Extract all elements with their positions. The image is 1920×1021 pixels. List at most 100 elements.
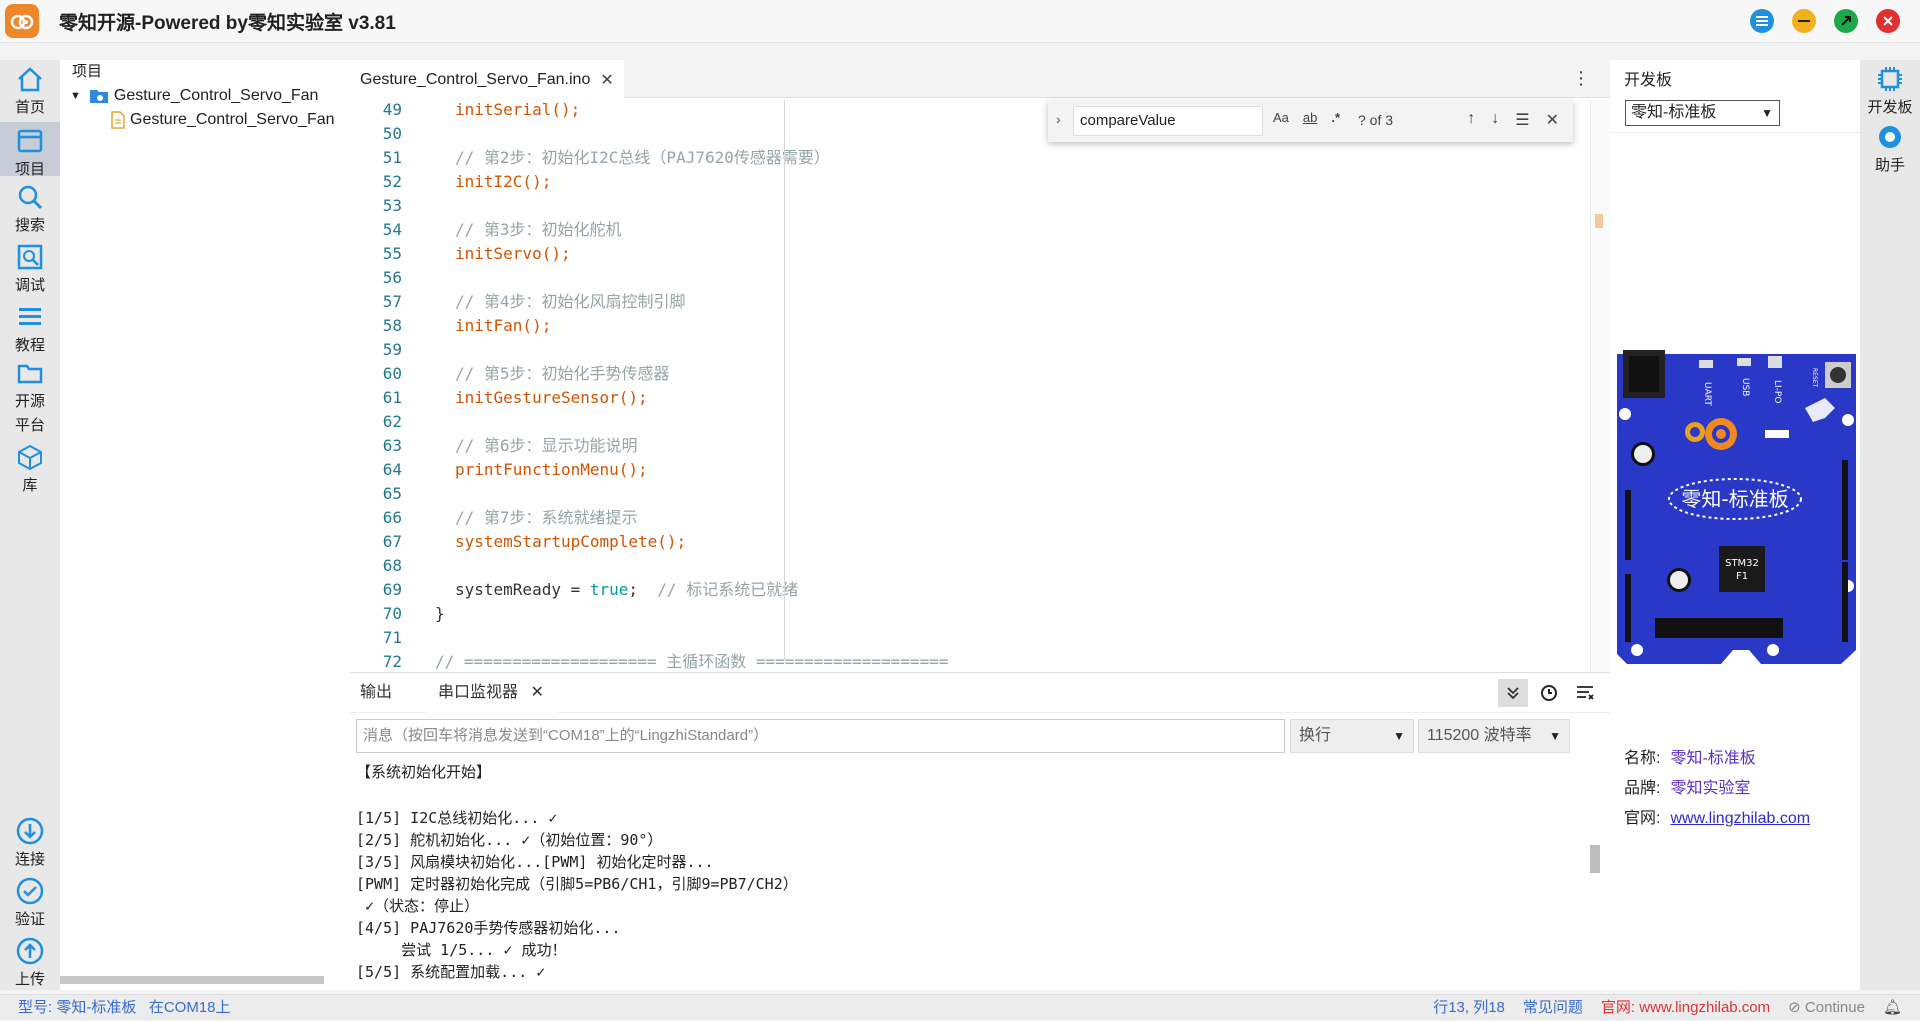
code-line: 68 (350, 554, 1590, 578)
nav-label: 教程 (14, 337, 45, 354)
code-line: 67 systemStartupComplete(); (350, 530, 1590, 554)
close-tab-icon[interactable]: ✕ (530, 684, 543, 701)
close-find-icon[interactable]: ✕ (1546, 110, 1559, 130)
line-number: 49 (382, 100, 402, 119)
search-match-marker (1595, 214, 1603, 228)
nav-label: 上传 (14, 971, 45, 988)
title-bar: 零知开源-Powered by零知实验室 v3.81 (0, 0, 1920, 43)
close-tab-icon[interactable]: ✕ (600, 70, 613, 90)
code-text: // 第5步：初始化手势传感器 (455, 364, 670, 383)
board-brand-value[interactable]: 零知实验室 (1670, 780, 1750, 797)
line-number: 51 (382, 148, 402, 167)
line-number: 54 (382, 220, 402, 239)
nav-upload[interactable]: 上传 (0, 936, 60, 989)
arrow-up-icon[interactable]: ↑ (1467, 110, 1475, 130)
code-text: initI2C(); (455, 172, 552, 191)
code-text: // 第3步：初始化舵机 (455, 220, 622, 239)
nav-project[interactable]: 项目 (0, 122, 60, 178)
line-number: 53 (382, 196, 402, 215)
close-icon[interactable] (1876, 9, 1900, 33)
editor-scrollbar[interactable] (1590, 100, 1610, 672)
nav-label: 搜索 (14, 217, 45, 234)
nav-board[interactable]: 开发板 (1860, 64, 1920, 117)
find-in-selection-icon[interactable]: ☰ (1515, 110, 1529, 130)
clear-output-icon[interactable] (1570, 679, 1600, 707)
line-number: 58 (382, 316, 402, 335)
tree-folder[interactable]: ▼ Gesture_Control_Servo_Fan (60, 84, 350, 108)
console-scrollbar[interactable] (1590, 845, 1600, 873)
assistant-icon (1875, 122, 1905, 152)
arrow-down-icon[interactable]: ↓ (1491, 110, 1499, 130)
right-bar: 开发板 助手 (1860, 60, 1920, 990)
line-number: 63 (382, 436, 402, 455)
minimize-icon[interactable] (1792, 9, 1816, 33)
activity-bar: 首页 项目 搜索 调试 教程 开源 平台 库 连接 验证 上传 (0, 60, 60, 990)
code-text: // 第2步：初始化I2C总线（PAJ7620传感器需要） (455, 148, 830, 167)
status-website-link[interactable]: 官网: www.lingzhilab.com (1601, 995, 1770, 1021)
project-icon (15, 126, 45, 156)
nav-label: 助手 (1874, 157, 1905, 174)
tab-output[interactable]: 输出 (350, 673, 402, 713)
nav-label: 首页 (14, 99, 45, 116)
silk-lipo: LI-PO (1772, 380, 1782, 403)
maximize-icon[interactable] (1834, 9, 1858, 33)
code-text: } (435, 604, 445, 623)
nav-search[interactable]: 搜索 (0, 182, 60, 235)
chevron-down-icon: ▼ (1393, 729, 1405, 743)
code-line: 60 // 第5步：初始化手势传感器 (350, 362, 1590, 386)
explorer-scrollbar[interactable] (60, 976, 324, 984)
nav-library[interactable]: 库 (0, 442, 60, 495)
board-select[interactable]: 零知-标准板 ▼ (1625, 100, 1780, 126)
indent-guide (784, 100, 785, 660)
silk-uart: UART (1702, 382, 1712, 406)
tree-file[interactable]: Gesture_Control_Servo_Fan (60, 108, 350, 132)
tree-folder-label: Gesture_Control_Servo_Fan (113, 87, 319, 104)
board-label: 零知-标准板 (1681, 487, 1788, 511)
code-area[interactable]: 49 initSerial(); 50 51 // 第2步：初始化I2C总线（PAJ76… (350, 100, 1590, 672)
nav-debug[interactable]: 调试 (0, 242, 60, 295)
find-match-count: ? of 3 (1358, 112, 1394, 128)
timestamp-icon[interactable] (1534, 679, 1564, 707)
code-line: 69 systemReady = true; // 标记系统已就绪 (350, 578, 1590, 602)
code-editor: Gesture_Control_Servo_Fan.ino ✕ ⋮ 49 init… (350, 60, 1610, 672)
more-actions-icon[interactable]: ⋮ (1572, 68, 1590, 89)
console-line: 【系统初始化开始】 (356, 763, 492, 781)
tab-serial-monitor[interactable]: 串口监视器 ✕ (428, 673, 556, 713)
continue-icon: ⊘ (1788, 999, 1805, 1016)
line-ending-select[interactable]: 换行 ▼ (1290, 719, 1414, 753)
toggle-replace-icon[interactable]: › (1056, 111, 1061, 127)
nav-verify[interactable]: 验证 (0, 876, 60, 929)
menu-icon[interactable] (1750, 9, 1774, 33)
nav-assistant[interactable]: 助手 (1860, 122, 1920, 175)
board-image: UART USB LI-PO RESET 零知-标准板 STM32 F1 (1617, 350, 1856, 664)
nav-opensource[interactable]: 开源 平台 (0, 358, 60, 438)
baud-rate-select[interactable]: 115200 波特率 ▼ (1418, 719, 1570, 753)
find-input[interactable]: compareValue (1073, 106, 1263, 136)
status-faq-link[interactable]: 常见问题 (1523, 995, 1583, 1021)
home-icon (15, 64, 45, 94)
autoscroll-icon[interactable] (1498, 679, 1528, 707)
status-cursor-position[interactable]: 行13, 列18 (1433, 995, 1505, 1021)
regex-icon[interactable]: .* (1331, 110, 1340, 125)
line-number: 72 (382, 652, 402, 671)
editor-tab[interactable]: Gesture_Control_Servo_Fan.ino ✕ (350, 60, 624, 98)
code-line: 65 (350, 482, 1590, 506)
library-icon (15, 442, 45, 472)
nav-label: 验证 (14, 911, 45, 928)
notification-bell-icon[interactable]: 🔔︎ (1883, 995, 1902, 1021)
match-whole-word-icon[interactable]: ab (1303, 110, 1317, 125)
board-name-value[interactable]: 零知-标准板 (1670, 750, 1755, 767)
message-input[interactable]: 消息（按回车将消息发送到“COM18”上的“LingzhiStandard”） (356, 719, 1285, 753)
board-icon (1875, 64, 1905, 94)
nav-connect[interactable]: 连接 (0, 816, 60, 869)
code-text: // 第7步：系统就绪提示 (455, 508, 638, 527)
code-text: initServo(); (455, 244, 571, 263)
nav-home[interactable]: 首页 (0, 64, 60, 117)
code-line: 56 (350, 266, 1590, 290)
status-continue[interactable]: ⊘ Continue (1788, 995, 1865, 1021)
line-number: 52 (382, 172, 402, 191)
line-number: 61 (382, 388, 402, 407)
board-website-link[interactable]: www.lingzhilab.com (1670, 810, 1810, 827)
nav-tutorial[interactable]: 教程 (0, 302, 60, 355)
match-case-icon[interactable]: Aa (1273, 110, 1289, 125)
